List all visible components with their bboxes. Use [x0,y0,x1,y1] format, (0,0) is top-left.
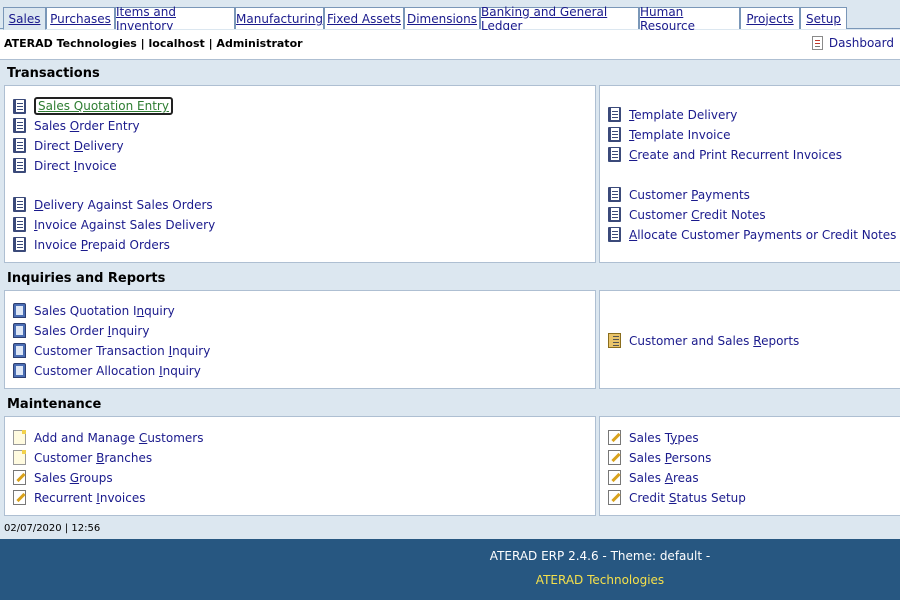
book-icon [13,98,26,114]
link-recurrent-invoices[interactable]: Recurrent Invoices [13,490,145,505]
footer: ATERAD ERP 2.4.6 - Theme: default - ATER… [0,539,900,600]
link-direct-delivery[interactable]: Direct Delivery [13,138,124,153]
status-datetime: 02/07/2020 | 12:56 [4,523,101,534]
link-customer-allocation-inquiry[interactable]: Customer Allocation Inquiry [13,363,201,378]
link-sales-order-inquiry[interactable]: Sales Order Inquiry [13,323,149,338]
dashboard-label: Dashboard [828,36,894,50]
link-customer-and-sales-reports[interactable]: Customer and Sales Reports [608,333,799,348]
link-credit-status-setup[interactable]: Credit Status Setup [608,490,746,505]
tab-manufacturing[interactable]: Manufacturing [235,7,324,29]
page-icon [13,430,26,445]
tab-projects[interactable]: Projects [740,7,800,29]
book-icon [13,217,26,232]
tab-purchases[interactable]: Purchases [46,7,115,29]
book-icon [13,138,26,153]
edit-icon [608,490,621,505]
edit-icon [13,470,26,485]
inquiries-right-panel: Customer and Sales Reports [599,290,900,389]
tab-human-resource[interactable]: Human Resource [639,5,740,33]
section-title-transactions: Transactions [7,65,100,81]
link-template-invoice[interactable]: Template Invoice [608,127,730,142]
page-icon [13,450,26,465]
link-sales-order-entry[interactable]: Sales Order Entry [13,118,140,133]
footer-version: ATERAD ERP 2.4.6 - Theme: default - [489,549,711,563]
link-direct-invoice[interactable]: Direct Invoice [13,158,117,173]
section-title-maintenance: Maintenance [7,396,102,412]
link-customer-payments[interactable]: Customer Payments [608,187,750,202]
book-icon [608,207,621,222]
link-customer-credit-notes[interactable]: Customer Credit Notes [608,207,766,222]
dashboard-icon [811,36,823,50]
dashboard-link[interactable]: Dashboard [811,36,894,50]
book-icon [13,158,26,173]
link-allocate-customer-payments[interactable]: Allocate Customer Payments or Credit Not… [608,227,896,242]
link-sales-areas[interactable]: Sales Areas [608,470,699,485]
link-sales-quotation-entry[interactable]: Sales Quotation Entry [13,97,173,115]
link-create-print-recurrent-invoices[interactable]: Create and Print Recurrent Invoices [608,147,842,162]
maintenance-right-panel: Sales Types Sales Persons Sales Areas Cr… [599,416,900,516]
book-icon [13,237,26,252]
book-icon [608,107,621,122]
link-invoice-against-sales-delivery[interactable]: Invoice Against Sales Delivery [13,217,215,232]
tab-banking-and-general-ledger[interactable]: Banking and General Ledger [480,5,639,33]
link-sales-persons[interactable]: Sales Persons [608,450,711,465]
link-customer-branches[interactable]: Customer Branches [13,450,152,465]
header-info-bar: ATERAD Technologies | localhost | Admini… [0,30,900,60]
binder-icon [13,343,26,358]
book-icon [13,118,26,133]
link-sales-groups[interactable]: Sales Groups [13,470,113,485]
link-template-delivery[interactable]: Template Delivery [608,107,737,122]
link-sales-types[interactable]: Sales Types [608,430,699,445]
book-icon [13,197,26,212]
link-add-manage-customers[interactable]: Add and Manage Customers [13,430,203,445]
link-invoice-prepaid-orders[interactable]: Invoice Prepaid Orders [13,237,170,252]
tab-fixed-assets[interactable]: Fixed Assets [324,7,404,29]
tab-items-and-inventory[interactable]: Items and Inventory [115,5,235,33]
book-icon [608,147,621,162]
edit-icon [13,490,26,505]
tab-setup[interactable]: Setup [800,7,847,29]
book-icon [608,187,621,202]
inquiries-left-panel: Sales Quotation Inquiry Sales Order Inqu… [4,290,596,389]
transactions-right-panel: Template Delivery Template Invoice Creat… [599,85,900,263]
footer-company-link[interactable]: ATERAD Technologies [0,573,900,587]
report-icon [608,333,621,348]
link-customer-transaction-inquiry[interactable]: Customer Transaction Inquiry [13,343,210,358]
link-delivery-against-sales-orders[interactable]: Delivery Against Sales Orders [13,197,213,212]
tab-dimensions[interactable]: Dimensions [404,7,480,29]
binder-icon [13,323,26,338]
edit-icon [608,450,621,465]
tab-sales[interactable]: Sales [3,7,46,30]
section-title-inquiries: Inquiries and Reports [7,270,166,286]
main-tab-bar: Sales Purchases Items and Inventory Manu… [0,0,900,33]
book-icon [608,227,621,242]
transactions-left-panel: Sales Quotation Entry Sales Order Entry … [4,85,596,263]
binder-icon [13,363,26,378]
edit-icon [608,430,621,445]
binder-icon [13,303,26,318]
edit-icon [608,470,621,485]
company-user-info: ATERAD Technologies | localhost | Admini… [4,37,303,50]
book-icon [608,127,621,142]
link-sales-quotation-inquiry[interactable]: Sales Quotation Inquiry [13,303,175,318]
maintenance-left-panel: Add and Manage Customers Customer Branch… [4,416,596,516]
